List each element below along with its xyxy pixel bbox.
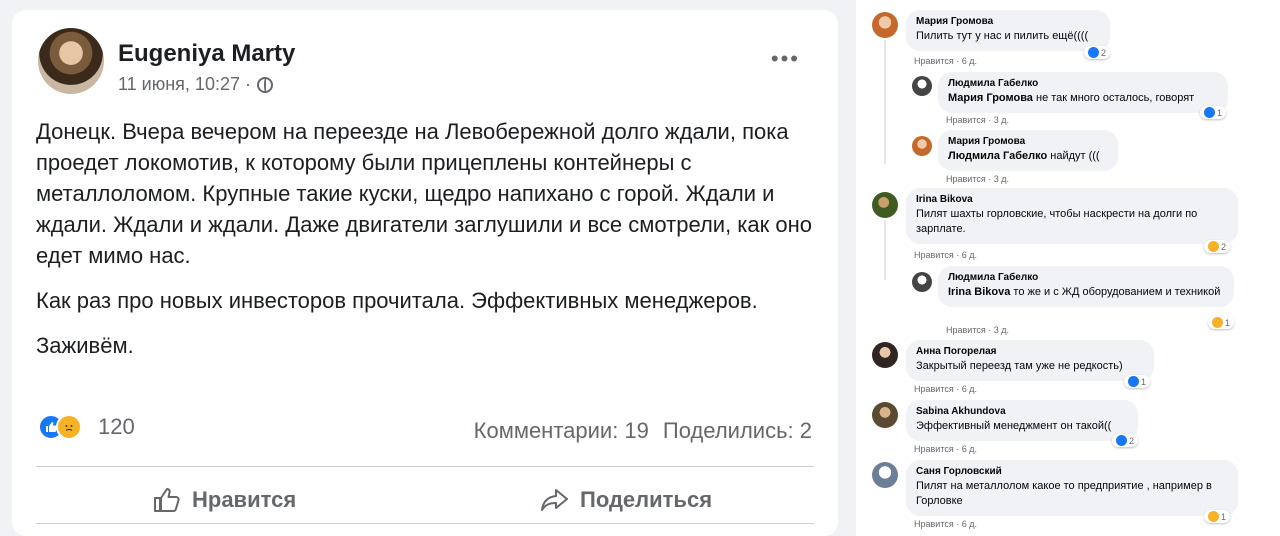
post-meta: 11 июня, 10:27 · — [118, 74, 273, 95]
comment-actions[interactable]: Нравится · 3 д. — [946, 115, 1009, 125]
comment-bubble: Irina Bikova Пилят шахты горловские, что… — [906, 188, 1238, 244]
thread-line — [884, 220, 886, 280]
commenter-avatar[interactable] — [912, 272, 932, 292]
divider — [36, 523, 814, 524]
comment-author[interactable]: Саня Горловский — [916, 466, 1228, 477]
post-stats: Комментарии: 19 Поделились: 2 — [474, 418, 812, 444]
comment-actions[interactable]: Нравится · 6 д. — [914, 519, 977, 529]
comment-actions[interactable]: Нравится · 6 д. — [914, 56, 977, 66]
comment-reactions[interactable]: 2 — [1112, 434, 1139, 447]
comment-reaction-count: 2 — [1101, 47, 1107, 58]
shares-count-link[interactable]: Поделились: 2 — [663, 418, 812, 444]
comment-text-body: не так много осталось, говорят — [1032, 92, 1195, 104]
comment-mention[interactable]: Irina Bikova — [948, 286, 1010, 298]
comment-author[interactable]: Людмила Габелко — [948, 272, 1224, 283]
comment-reaction-count: 1 — [1141, 376, 1147, 387]
like-reaction-icon — [1204, 107, 1215, 118]
post-paragraph: Донецк. Вчера вечером на переезде на Лев… — [36, 119, 812, 268]
commenter-avatar[interactable] — [872, 192, 898, 218]
comment-bubble: Мария Громова Пилить тут у нас и пилить … — [906, 10, 1110, 51]
comment-actions[interactable]: Нравится · 6 д. — [914, 384, 977, 394]
comment-author[interactable]: Мария Громова — [948, 136, 1108, 147]
comment-mention[interactable]: Мария Громова — [948, 92, 1033, 104]
share-arrow-icon — [541, 489, 568, 511]
commenter-avatar[interactable] — [912, 136, 932, 156]
reaction-count: 120 — [98, 414, 135, 439]
comment-text-body: то же и с ЖД оборудованием и техникой — [1010, 286, 1221, 298]
like-button-label: Нравится — [192, 487, 297, 512]
sad-reaction-icon — [1208, 511, 1219, 522]
commenter-avatar[interactable] — [872, 12, 898, 38]
post-paragraph: Заживём. — [36, 333, 134, 358]
comment-text: Закрытый переезд там уже не редкость) — [916, 360, 1123, 372]
comment-reaction-count: 1 — [1217, 107, 1223, 118]
reactions-summary[interactable]: 120 — [38, 414, 135, 440]
comment-reactions[interactable]: 1 — [1208, 316, 1235, 329]
comment-reactions[interactable]: 1 — [1204, 510, 1231, 523]
comment-bubble: Мария Громова Людмила Габелко найдут ((( — [938, 130, 1118, 171]
comment-actions[interactable]: Нравится · 3 д. — [946, 325, 1009, 335]
comment-text: Людмила Габелко найдут ((( — [948, 149, 1108, 164]
post-timestamp[interactable]: 11 июня, 10:27 · — [118, 74, 251, 95]
comment-reactions[interactable]: 2 — [1084, 46, 1111, 59]
author-avatar[interactable] — [38, 28, 104, 94]
comments-count-link[interactable]: Комментарии: 19 — [474, 418, 649, 444]
commenter-avatar[interactable] — [872, 402, 898, 428]
comment-author[interactable]: Людмила Габелко — [948, 78, 1218, 89]
post-body: Донецк. Вчера вечером на переезде на Лев… — [36, 116, 816, 375]
comment-text-body: найдут ((( — [1047, 150, 1100, 162]
comment-text: Пилят шахты горловские, чтобы наскрести … — [916, 208, 1198, 235]
more-options-icon[interactable]: ••• — [771, 46, 800, 72]
like-button[interactable]: Нравится — [152, 480, 296, 520]
comments-panel: Мария Громова Пилить тут у нас и пилить … — [858, 0, 1280, 536]
commenter-avatar[interactable] — [872, 462, 898, 488]
like-reaction-icon — [1116, 435, 1127, 446]
comment-actions[interactable]: Нравится · 3 д. — [946, 174, 1009, 184]
sad-reaction-icon — [1208, 241, 1219, 252]
like-reaction-icon — [1128, 376, 1139, 387]
comment-bubble: Людмила Габелко Irina Bikova то же и с Ж… — [938, 266, 1234, 307]
comment-reactions[interactable]: 1 — [1200, 106, 1227, 119]
comment-text: Мария Громова не так много осталось, гов… — [948, 91, 1218, 106]
comment-author[interactable]: Sabina Akhundova — [916, 406, 1128, 417]
comment-author[interactable]: Анна Погорелая — [916, 346, 1144, 357]
share-button-label: Поделиться — [580, 487, 713, 512]
comment-actions[interactable]: Нравится · 6 д. — [914, 444, 977, 454]
commenter-avatar[interactable] — [912, 76, 932, 96]
comment-author[interactable]: Мария Громова — [916, 16, 1100, 27]
sad-reaction-icon — [56, 414, 82, 440]
comment-bubble: Sabina Akhundova Эффективный менеджмент … — [906, 400, 1138, 441]
globe-icon — [256, 76, 273, 93]
divider — [36, 466, 814, 467]
comment-text: Пилят на металлолом какое то предприятие… — [916, 480, 1212, 507]
post-panel: Eugeniya Marty 11 июня, 10:27 · ••• Доне… — [0, 0, 856, 536]
comment-reactions[interactable]: 2 — [1204, 240, 1231, 253]
comment-bubble: Саня Горловский Пилят на металлолом како… — [906, 460, 1238, 516]
comment-reaction-count: 1 — [1225, 317, 1231, 328]
comment-text: Irina Bikova то же и с ЖД оборудованием … — [948, 285, 1224, 300]
post-paragraph: Как раз про новых инвесторов прочитала. … — [36, 288, 758, 313]
comment-text: Эффективный менеджмент он такой(( — [916, 420, 1112, 432]
comment-reaction-count: 2 — [1129, 435, 1135, 446]
comment-text: Пилить тут у нас и пилить ещё(((( — [916, 30, 1089, 42]
comment-reactions[interactable]: 1 — [1124, 375, 1151, 388]
thread-line — [884, 40, 886, 164]
share-button[interactable]: Поделиться — [540, 480, 712, 520]
comment-mention[interactable]: Людмила Габелко — [948, 150, 1047, 162]
author-name[interactable]: Eugeniya Marty — [118, 40, 295, 68]
comment-bubble: Анна Погорелая Закрытый переезд там уже … — [906, 340, 1154, 381]
commenter-avatar[interactable] — [872, 342, 898, 368]
like-reaction-icon — [1088, 47, 1099, 58]
comment-bubble: Людмила Габелко Мария Громова не так мно… — [938, 72, 1228, 113]
post-card: Eugeniya Marty 11 июня, 10:27 · ••• Доне… — [12, 10, 838, 536]
comment-reaction-count: 2 — [1221, 241, 1227, 252]
comment-author[interactable]: Irina Bikova — [916, 194, 1228, 205]
comment-reaction-count: 1 — [1221, 511, 1227, 522]
comment-actions[interactable]: Нравится · 6 д. — [914, 250, 977, 260]
thumbs-up-icon — [154, 488, 180, 512]
sad-reaction-icon — [1212, 317, 1223, 328]
